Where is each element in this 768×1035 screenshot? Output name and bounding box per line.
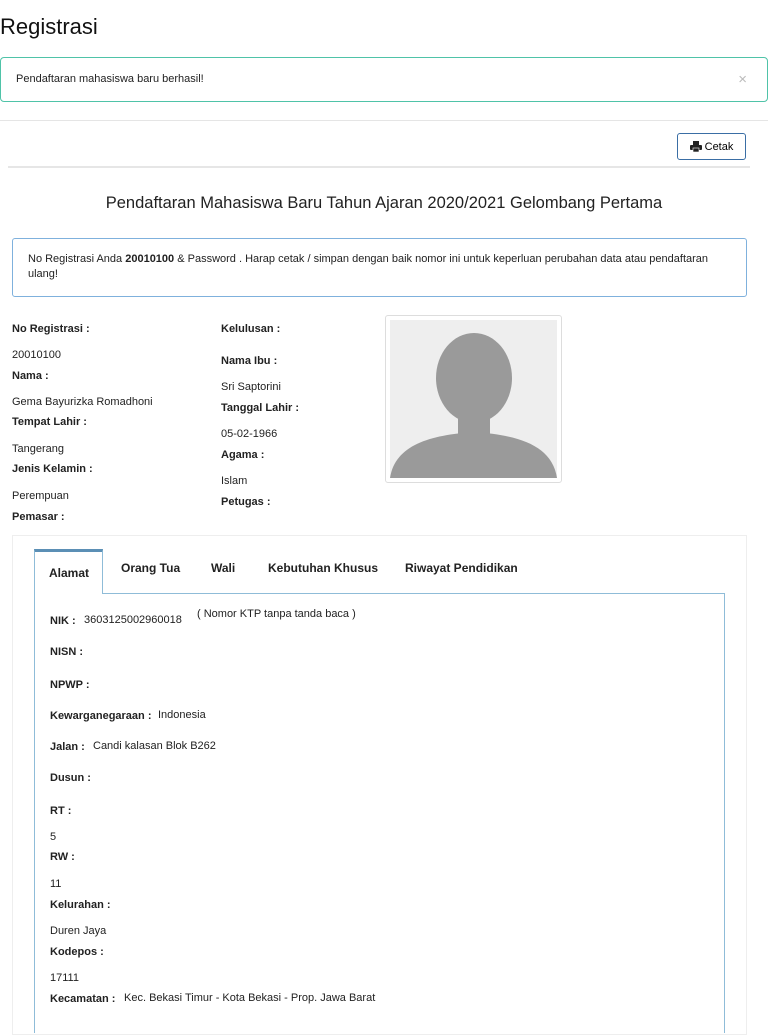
rw-value: 11 (50, 878, 62, 890)
nama-value: Gema Bayurizka Romadhoni (12, 396, 153, 408)
jenis-kelamin-label: Jenis Kelamin : (12, 463, 93, 475)
tempat-lahir-value: Tangerang (12, 443, 64, 455)
tab-riwayat-pendidikan[interactable]: Riwayat Pendidikan (405, 561, 518, 575)
agama-value: Islam (221, 475, 248, 487)
print-label: Cetak (704, 140, 734, 153)
kodepos-label: Kodepos : (50, 946, 104, 958)
close-icon[interactable]: × (738, 71, 747, 88)
nisn-label: NISN : (50, 646, 83, 658)
pemasar-label: Pemasar : (12, 511, 65, 523)
nik-hint: ( Nomor KTP tanpa tanda baca ) (197, 608, 356, 620)
nama-label: Nama : (12, 370, 49, 382)
agama-label: Agama : (221, 449, 265, 461)
kelulusan-label: Kelulusan : (221, 323, 281, 335)
printer-icon (689, 141, 702, 152)
success-alert: Pendaftaran mahasiswa baru berhasil! × (0, 57, 768, 102)
rw-label: RW : (50, 851, 75, 863)
nik-value: 3603125002960018 (84, 614, 182, 626)
jalan-label: Jalan : (50, 741, 85, 753)
kewarganegaraan-value: Indonesia (158, 709, 206, 721)
tab-orang-tua[interactable]: Orang Tua (121, 561, 180, 575)
jenis-kelamin-value: Perempuan (12, 490, 69, 502)
nama-ibu-value: Sri Saptorini (221, 381, 281, 393)
kecamatan-label: Kecamatan : (50, 993, 116, 1005)
no-reg-label: No Registrasi : (12, 323, 90, 335)
divider (8, 166, 750, 168)
info-prefix: No Registrasi Anda (28, 253, 126, 265)
tab-kebutuhan-khusus[interactable]: Kebutuhan Khusus (268, 561, 378, 575)
rt-label: RT : (50, 805, 72, 817)
kelurahan-label: Kelurahan : (50, 899, 111, 911)
kelurahan-value: Duren Jaya (50, 925, 107, 937)
kewarganegaraan-label: Kewarganegaraan : (50, 710, 152, 722)
tanggal-lahir-value: 05-02-1966 (221, 428, 278, 440)
tab-wali[interactable]: Wali (211, 561, 235, 575)
nama-ibu-label: Nama Ibu : (221, 355, 278, 367)
kecamatan-value: Kec. Bekasi Timur - Kota Bekasi - Prop. … (124, 992, 376, 1004)
info-box: No Registrasi Anda 20010100 & Password .… (12, 238, 747, 297)
info-reg-no: 20010100 (125, 253, 175, 265)
tanggal-lahir-label: Tanggal Lahir : (221, 402, 300, 414)
jalan-value: Candi kalasan Blok B262 (93, 740, 216, 752)
tab-panel-alamat (34, 593, 725, 1033)
alert-message: Pendaftaran mahasiswa baru berhasil! (16, 73, 204, 85)
avatar-placeholder-icon (390, 333, 557, 478)
tab-alamat[interactable]: Alamat (34, 549, 103, 594)
tempat-lahir-label: Tempat Lahir : (12, 416, 87, 428)
no-reg-value: 20010100 (12, 349, 61, 361)
rt-value: 5 (50, 831, 57, 843)
kodepos-value: 17111 (50, 972, 79, 984)
npwp-label: NPWP : (50, 679, 90, 691)
print-button[interactable]: Cetak (677, 133, 746, 160)
form-heading: Pendaftaran Mahasiswa Baru Tahun Ajaran … (105, 194, 663, 212)
dusun-label: Dusun : (50, 772, 91, 784)
petugas-label: Petugas : (221, 496, 271, 508)
nik-label: NIK : (50, 615, 76, 627)
profile-photo (385, 315, 562, 483)
page-title: Registrasi (0, 14, 98, 39)
